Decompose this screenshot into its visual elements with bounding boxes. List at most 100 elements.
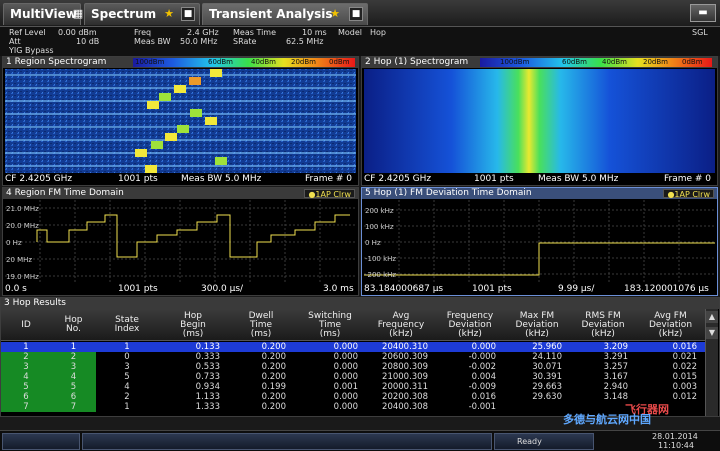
table-cell: 0.003 bbox=[672, 382, 697, 392]
spectrogram-image bbox=[5, 69, 356, 173]
pane-title: 3 Hop Results bbox=[1, 298, 719, 309]
status-bar: Ready 28.01.2014 11:10:44 bbox=[0, 430, 720, 451]
tab-multiview[interactable]: MultiView ▦ bbox=[3, 3, 83, 25]
center-frequency: CF 2.4205 GHz bbox=[5, 174, 73, 184]
tab-spectrum[interactable]: Spectrum ★ ■ bbox=[84, 3, 200, 25]
time-per-division: 9.99 µs/ bbox=[558, 284, 595, 294]
table-cell: 2.940 bbox=[603, 382, 628, 392]
column-header[interactable]: Hop Begin (ms) bbox=[158, 309, 228, 341]
table-cell: 0.004 bbox=[471, 372, 496, 382]
column-header[interactable]: Switching Time (ms) bbox=[294, 309, 366, 341]
column-header[interactable]: Avg FM Deviation (kHz) bbox=[636, 309, 705, 341]
center-frequency: CF 2.4205 GHz bbox=[364, 174, 432, 184]
color-scale-label: 40dBm bbox=[602, 58, 627, 66]
column-header[interactable]: RMS FM Deviation (kHz) bbox=[570, 309, 636, 341]
star-icon: ★ bbox=[164, 7, 174, 20]
table-cell: 20800.309 bbox=[382, 362, 428, 372]
att-label: Att bbox=[9, 37, 21, 46]
pane-footer: CF 2.4205 GHz 1001 pts Meas BW 5.0 MHz F… bbox=[3, 173, 358, 185]
meas-time-label: Meas Time bbox=[233, 28, 277, 37]
table-cell: 21000.309 bbox=[382, 372, 428, 382]
close-icon[interactable]: ■ bbox=[181, 7, 195, 21]
table-cell: 2 bbox=[1, 352, 51, 362]
table-cell: 1.133 bbox=[195, 392, 220, 402]
watermark: 飞行器网 多德与航云网中国 bbox=[555, 403, 715, 427]
table-cell: 3.209 bbox=[603, 342, 628, 352]
region-fm-time-domain-pane[interactable]: 4 Region FM Time Domain ●1AP Clrw 21.0 M… bbox=[2, 187, 359, 296]
tab-spectrum-label: Spectrum bbox=[91, 7, 157, 21]
tab-transient-analysis[interactable]: Transient Analysis ★ ■ bbox=[202, 3, 368, 25]
hop-fm-deviation-pane[interactable]: 5 Hop (1) FM Deviation Time Domain ●1AP … bbox=[361, 187, 718, 296]
status-ready: Ready bbox=[517, 437, 542, 446]
trace-indicator: ●1AP Clrw bbox=[663, 189, 714, 199]
table-cell: 20600.309 bbox=[382, 352, 428, 362]
fm-time-plot bbox=[5, 200, 356, 284]
table-cell: 0.015 bbox=[672, 372, 697, 382]
time-stop: 183.120001076 µs bbox=[624, 284, 709, 294]
y-tick-label: 20 MHz bbox=[6, 256, 33, 264]
table-cell: 1 bbox=[70, 342, 77, 352]
column-header[interactable]: Dwell Time (ms) bbox=[228, 309, 294, 341]
table-cell: 7 bbox=[1, 402, 51, 412]
table-cell: -0.002 bbox=[468, 362, 496, 372]
table-cell: 3.291 bbox=[603, 352, 628, 362]
color-scale-label: 20dBm bbox=[643, 58, 668, 66]
hop-spectrogram-image bbox=[364, 69, 715, 173]
table-scrollbar[interactable]: ▲ ▼ bbox=[705, 309, 718, 416]
column-header[interactable]: Hop No. bbox=[51, 309, 96, 341]
srate-label: SRate bbox=[233, 37, 257, 46]
status-date: 28.01.2014 bbox=[652, 432, 698, 441]
region-spectrogram-pane[interactable]: 1 Region Spectrogram 100dBm 60dBm 40dBm … bbox=[2, 56, 359, 186]
hop-spectrogram-pane[interactable]: 2 Hop (1) Spectrogram 100dBm 60dBm 40dBm… bbox=[361, 56, 718, 186]
frame-number: Frame # 0 bbox=[305, 174, 353, 184]
color-scale-label: 0dBm bbox=[682, 58, 703, 66]
time-stop: 3.0 ms bbox=[323, 284, 354, 294]
column-header[interactable]: Frequency Deviation (kHz) bbox=[436, 309, 504, 341]
table-row[interactable]: 2 2 0 0.333 0.200 0.000 20600.309 -0.000 24.110 3… bbox=[1, 352, 705, 362]
table-cell: 0.016 bbox=[471, 392, 496, 402]
color-scale-label: 60dBm bbox=[208, 58, 233, 66]
table-row[interactable]: 6 6 2 1.133 0.200 0.000 20200.308 0.016 29.630 3.… bbox=[1, 392, 705, 402]
column-header[interactable]: Avg Frequency (kHz) bbox=[366, 309, 436, 341]
table-cell: 0.934 bbox=[195, 382, 220, 392]
pane-footer: 0.0 s 1001 pts 300.0 µs/ 3.0 ms bbox=[3, 283, 358, 295]
att-value: 10 dB bbox=[76, 37, 100, 46]
column-header[interactable]: ID bbox=[1, 309, 51, 341]
table-cell: 20400.308 bbox=[382, 402, 428, 412]
y-tick-label: -200 kHz bbox=[365, 271, 397, 279]
scroll-down-icon[interactable]: ▼ bbox=[706, 327, 718, 339]
color-scale-label: 20dBm bbox=[291, 58, 316, 66]
table-cell: 0 bbox=[124, 352, 130, 362]
table-cell: -0.001 bbox=[468, 402, 496, 412]
table-cell: 0.200 bbox=[261, 402, 286, 412]
meas-bandwidth: Meas BW 5.0 MHz bbox=[538, 174, 619, 184]
table-row[interactable]: 1 1 1 0.133 0.200 0.000 20400.310 0.000 25.960 3.… bbox=[1, 342, 705, 352]
time-start: 0.0 s bbox=[5, 284, 27, 294]
time-per-division: 300.0 µs/ bbox=[201, 284, 244, 294]
minimize-icon[interactable]: ▬ bbox=[690, 4, 716, 22]
table-cell: 0.200 bbox=[261, 372, 286, 382]
column-header[interactable]: State Index bbox=[96, 309, 158, 341]
table-cell: -0.009 bbox=[468, 382, 496, 392]
table-row[interactable]: 5 5 4 0.934 0.199 0.001 20000.311 -0.009 29.663 2… bbox=[1, 382, 705, 392]
table-cell: 0.200 bbox=[261, 342, 286, 352]
trace-indicator: ●1AP Clrw bbox=[304, 189, 355, 199]
table-row[interactable]: 3 3 3 0.533 0.200 0.000 20800.309 -0.002 30.071 3… bbox=[1, 362, 705, 372]
scroll-up-icon[interactable]: ▲ bbox=[706, 311, 718, 323]
table-cell: 0.022 bbox=[672, 362, 697, 372]
point-count: 1001 pts bbox=[474, 174, 514, 184]
tab-transient-label: Transient Analysis bbox=[209, 7, 333, 21]
table-cell: 0.733 bbox=[195, 372, 220, 382]
table-cell: 3.257 bbox=[603, 362, 628, 372]
color-scale-bar: 100dBm 60dBm 40dBm 20dBm 0dBm bbox=[480, 58, 712, 67]
column-header[interactable]: Max FM Deviation (kHz) bbox=[504, 309, 570, 341]
hop-results-table[interactable]: 3 Hop Results ID Hop No. State Index Hop… bbox=[0, 297, 720, 417]
close-icon[interactable]: ■ bbox=[349, 7, 363, 21]
y-tick-label: 20.0 MHz bbox=[6, 222, 39, 230]
color-scale-label: 100dBm bbox=[500, 58, 530, 66]
color-scale-label: 60dBm bbox=[562, 58, 587, 66]
meas-bw-value: 50.0 MHz bbox=[180, 37, 218, 46]
y-tick-label: 21.0 MHz bbox=[6, 205, 39, 213]
table-row[interactable]: 4 4 5 0.733 0.200 0.000 21000.309 0.004 30.391 3.… bbox=[1, 372, 705, 382]
ref-level-value: 0.00 dBm bbox=[58, 28, 97, 37]
